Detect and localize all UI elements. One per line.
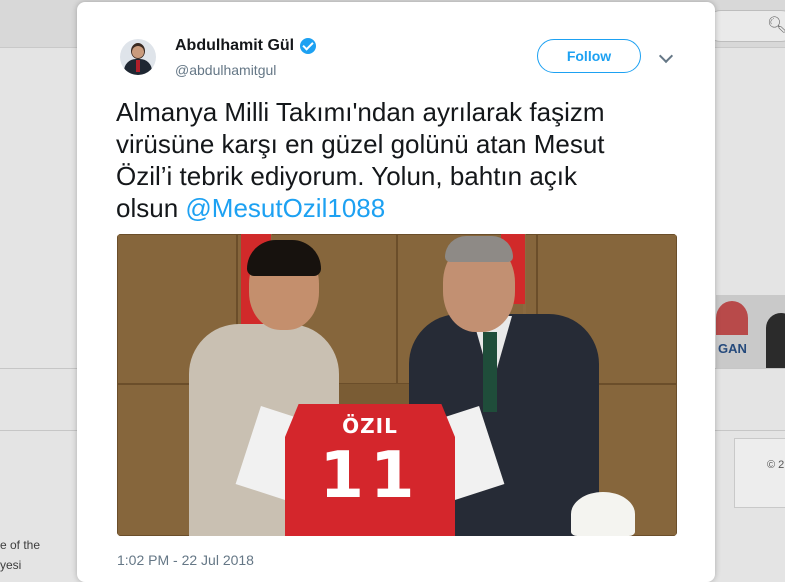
tweet-text-line: Almanya Milli Takımı'ndan ayrılarak faşi… [116, 97, 605, 127]
background-person [766, 313, 785, 368]
tweet-modal: Abdulhamit Gül @abdulhamitgul Follow Alm… [77, 2, 715, 582]
avatar[interactable] [120, 39, 156, 75]
background-card: © 2 [734, 438, 785, 508]
search-icon: 🔍︎ [767, 15, 785, 34]
person-right-tie [483, 332, 497, 412]
background-divider [0, 368, 77, 369]
copyright-text: © 2 [767, 459, 785, 471]
jersey-number: 11 [319, 439, 421, 513]
logo-fragment: GAN [718, 341, 747, 356]
logo-mark [716, 301, 748, 335]
tweet-text-fragment: olsun [116, 193, 186, 223]
background-divider [715, 368, 785, 369]
background-footer-text: e of the [0, 538, 41, 552]
background-divider [715, 430, 785, 431]
follow-button[interactable]: Follow [537, 39, 641, 73]
verified-badge-icon [300, 38, 317, 54]
tweet-text-line: Özil’i tebrik ediyorum. Yolun, bahtın aç… [116, 161, 578, 191]
background-divider [0, 430, 77, 431]
chevron-down-icon[interactable] [658, 48, 674, 64]
mention-link[interactable]: @MesutOzil1088 [185, 193, 385, 223]
author-name-row[interactable]: Abdulhamit Gül [175, 37, 317, 55]
author-name[interactable]: Abdulhamit Gül [175, 37, 294, 55]
person-left-hair [247, 240, 321, 276]
tweet-text: Almanya Milli Takımı'ndan ayrılarak faşi… [116, 96, 676, 224]
author-handle[interactable]: @abdulhamitgul [175, 62, 276, 78]
timestamp[interactable]: 1:02 PM - 22 Jul 2018 [117, 552, 254, 568]
jersey-name: ÖZIL [342, 414, 398, 438]
background-banner: GAN [716, 295, 785, 368]
person-right-hair [445, 236, 513, 262]
tweet-photo[interactable]: ÖZIL 11 [117, 234, 677, 536]
tweet-text-line: virüsüne karşı en güzel golünü atan Mesu… [116, 129, 605, 159]
flowers [571, 492, 635, 536]
tweet-text-line: olsun @MesutOzil1088 [116, 192, 676, 224]
background-footer-text: yesi [0, 558, 22, 572]
